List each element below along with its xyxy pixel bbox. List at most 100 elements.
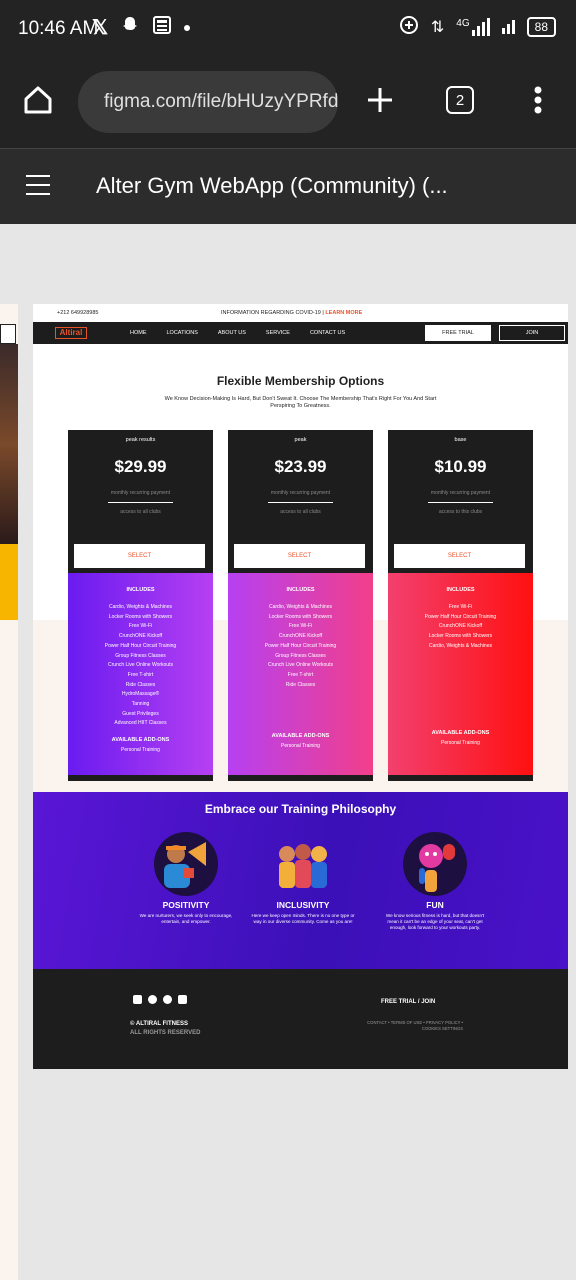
plan-access: access to all clubs <box>120 509 161 515</box>
plan-price: $29.99 <box>114 457 167 476</box>
rights-reserved: ALL RIGHTS RESERVED <box>130 1030 201 1036</box>
adjacent-frame-banner <box>0 544 18 620</box>
plan-name: base <box>454 437 467 443</box>
x-icon: 𝕏 <box>92 17 109 39</box>
site-logo[interactable]: Altiral <box>55 327 87 339</box>
addons-heading: AVAILABLE ADD-ONS <box>271 733 330 739</box>
philosophy-label: INCLUSIVITY <box>276 900 330 910</box>
philosophy-fun: FUN We know serious fitness is hard, but… <box>380 832 490 931</box>
divider <box>268 502 333 503</box>
globe-icon[interactable] <box>148 995 157 1004</box>
nav-home[interactable]: HOME <box>130 330 147 336</box>
adjacent-frame[interactable] <box>0 304 18 1280</box>
phone-number: +212 649928985 <box>57 310 99 316</box>
select-button[interactable]: SELECT <box>234 544 365 568</box>
feature-item: Advanced HIIT Classes <box>114 720 167 727</box>
adjacent-frame-button <box>0 324 16 344</box>
plan-card-peak-results: peak results $29.99 monthly recurring pa… <box>68 430 213 781</box>
megaphone-illustration-icon <box>154 832 218 896</box>
philosophy-section: Embrace our Training Philosophy POSITIVI… <box>33 792 568 969</box>
nav-locations[interactable]: LOCATIONS <box>167 330 198 336</box>
philosophy-text: We know serious fitness is hard, but tha… <box>385 913 485 930</box>
feature-item: Power Half Hour Circuit Training <box>104 642 177 649</box>
snapchat-icon <box>120 15 140 40</box>
philosophy-label: FUN <box>426 900 444 910</box>
signal-icon <box>501 19 515 34</box>
philosophy-label: POSITIVITY <box>162 900 210 910</box>
addons-heading: AVAILABLE ADD-ONS <box>431 730 490 736</box>
addon-item: Personal Training <box>281 743 320 749</box>
network-type: 4G <box>456 17 470 29</box>
battery-indicator: 88 <box>526 16 556 37</box>
addons-heading: AVAILABLE ADD-ONS <box>111 737 170 743</box>
divider <box>428 502 493 503</box>
philosophy-positivity: POSITIVITY We are nurturers, we seek onl… <box>131 832 241 925</box>
feature-item: Free T-shirt <box>127 671 154 678</box>
file-title[interactable]: Alter Gym WebApp (Community) (... <box>96 173 448 199</box>
feature-item: CrunchONE Kickoff <box>118 633 163 640</box>
data-saver-icon <box>399 15 419 38</box>
plan-recurring: monthly recurring payment <box>270 490 331 496</box>
addon-item: Personal Training <box>121 747 160 753</box>
copyright: © ALTIRAL FITNESS <box>130 1021 188 1027</box>
feature-item: Locker Rooms with Showers <box>108 613 173 620</box>
plan-price: $10.99 <box>434 457 487 476</box>
tab-switcher-button[interactable]: 2 <box>438 78 482 122</box>
feature-item: Group Fitness Classes <box>275 652 326 659</box>
hamburger-menu-icon[interactable] <box>26 175 50 195</box>
footer-free-trial-join-link[interactable]: FREE TRIAL / JOIN <box>381 999 435 1005</box>
new-tab-button[interactable] <box>358 78 402 122</box>
feature-item: Cardio, Weights & Machines <box>269 604 332 610</box>
home-button[interactable] <box>16 78 60 122</box>
divider <box>108 502 173 503</box>
feature-item: Free Wi-Fi <box>448 604 473 610</box>
more-vert-icon <box>534 86 542 114</box>
learn-more-link[interactable]: LEARN MORE <box>325 310 362 316</box>
select-button[interactable]: SELECT <box>74 544 205 568</box>
free-trial-button[interactable]: FREE TRIAL <box>425 325 491 341</box>
footer-links[interactable]: CONTACT • TERMS OF USE • PRIVACY POLICY … <box>363 1020 463 1031</box>
plan-features: INCLUDES Cardio, Weights & Machines Lock… <box>228 573 373 775</box>
feature-item: Free Wi-Fi <box>128 623 153 630</box>
site-footer: © ALTIRAL FITNESS ALL RIGHTS RESERVED FR… <box>33 969 568 1069</box>
nav-service[interactable]: SERVICE <box>266 330 290 336</box>
youtube-icon[interactable] <box>178 995 187 1004</box>
status-bar: 10:46 AM 𝕏 ⇅ 4G 88 <box>0 0 576 58</box>
signal-4g-icon: 4G <box>456 17 490 36</box>
nav-about-us[interactable]: ABOUT US <box>218 330 246 336</box>
feature-item: Cardio, Weights & Machines <box>109 604 172 610</box>
url-bar[interactable]: figma.com/file/bHUzyYPRfdlMzI <box>78 71 338 133</box>
feature-item: Crunch Live Online Workouts <box>268 662 333 669</box>
facebook-icon[interactable] <box>133 995 142 1004</box>
info-bar: +212 649928985 INFORMATION REGARDING COV… <box>33 304 568 322</box>
feature-item: HydroMassage® <box>121 691 160 698</box>
join-button[interactable]: JOIN <box>499 325 565 341</box>
includes-heading: INCLUDES <box>446 587 475 593</box>
design-frame[interactable]: +212 649928985 INFORMATION REGARDING COV… <box>33 304 568 1069</box>
plan-price: $23.99 <box>274 457 327 476</box>
browser-menu-button[interactable] <box>516 78 560 122</box>
feature-item: Locker Rooms with Showers <box>268 613 333 620</box>
url-text: figma.com/file/bHUzyYPRfdlMzI <box>104 91 338 112</box>
feature-item: Guest Privileges <box>122 710 159 717</box>
plan-card-peak: peak $23.99 monthly recurring payment ac… <box>228 430 373 781</box>
select-button[interactable]: SELECT <box>394 544 525 568</box>
philosophy-inclusivity: INCLUSIVITY Here we keep open minds. The… <box>248 832 358 925</box>
twitter-icon[interactable] <box>163 995 172 1004</box>
plan-recurring: monthly recurring payment <box>430 490 491 496</box>
feature-item: Tanning <box>131 701 150 708</box>
includes-heading: INCLUDES <box>126 587 155 593</box>
plan-features: INCLUDES Cardio, Weights & Machines Lock… <box>68 573 213 775</box>
feature-item: CrunchONE Kickoff <box>438 623 483 630</box>
membership-subheading: We Know Decision-Making Is Hard, But Don… <box>164 396 437 409</box>
feature-item: Power Half Hour Circuit Training <box>264 642 337 649</box>
feature-item: Free T-shirt <box>287 671 314 678</box>
nav-contact-us[interactable]: CONTACT US <box>310 330 345 336</box>
philosophy-text: We are nurturers, we seek only to encour… <box>139 913 233 924</box>
tab-count: 2 <box>446 86 474 114</box>
feature-item: Power Half Hour Circuit Training <box>424 613 497 620</box>
covid-text: INFORMATION REGARDING COVID-19 | <box>221 310 326 316</box>
plan-name: peak results <box>125 437 156 443</box>
addon-item: Personal Training <box>441 740 480 746</box>
adjacent-frame-image <box>0 344 18 544</box>
